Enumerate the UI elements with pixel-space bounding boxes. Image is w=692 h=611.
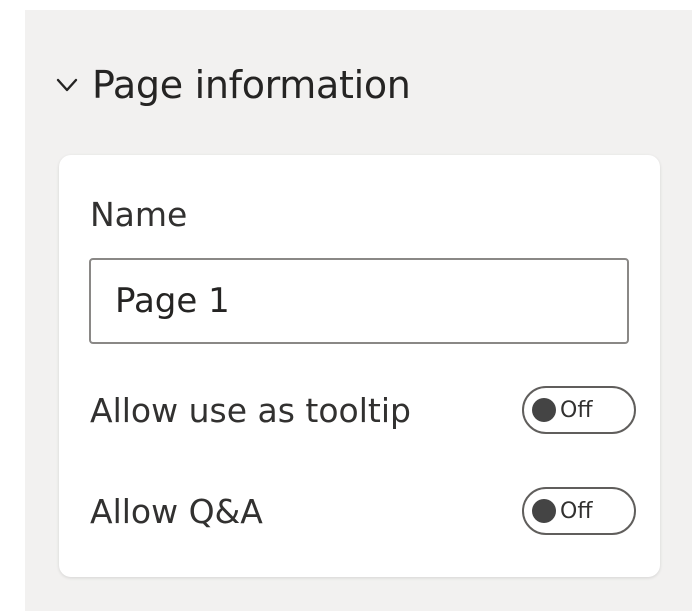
allow-qa-label: Allow Q&A <box>90 491 263 531</box>
tooltip-toggle-row: Allow use as tooltip Off <box>90 382 636 438</box>
allow-qa-toggle[interactable]: Off <box>522 487 636 535</box>
toggle-state: Off <box>560 397 593 423</box>
section-title: Page information <box>92 63 411 107</box>
page-information-header[interactable]: Page information <box>56 57 411 113</box>
allow-tooltip-label: Allow use as tooltip <box>90 390 411 430</box>
allow-tooltip-toggle[interactable]: Off <box>522 386 636 434</box>
toggle-knob <box>532 398 556 422</box>
name-label: Name <box>90 195 188 234</box>
page-name-input[interactable] <box>89 258 629 344</box>
toggle-state: Off <box>560 498 593 524</box>
chevron-down-icon[interactable] <box>56 74 78 96</box>
qa-toggle-row: Allow Q&A Off <box>90 483 636 539</box>
toggle-knob <box>532 499 556 523</box>
